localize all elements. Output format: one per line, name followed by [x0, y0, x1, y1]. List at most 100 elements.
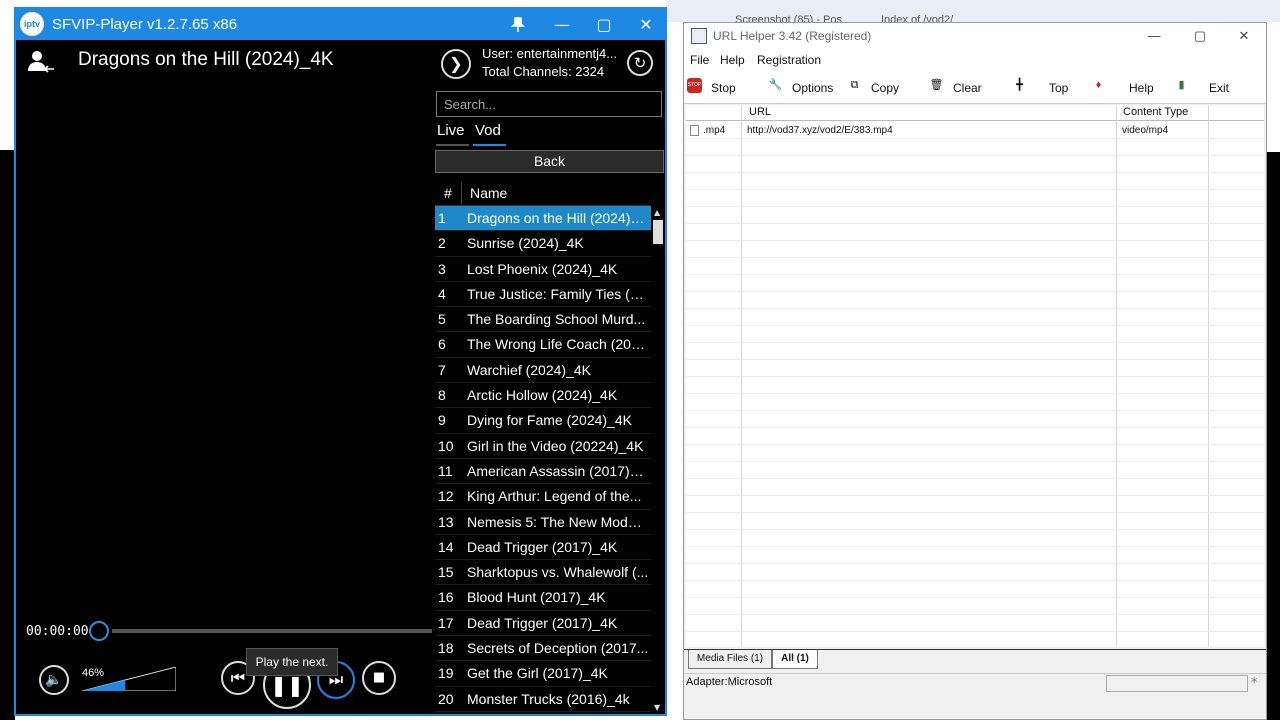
urlhelper-maximize-button[interactable]: ▢: [1178, 25, 1222, 47]
column-separator: [461, 182, 462, 204]
grid-row-line: [686, 614, 1264, 615]
item-title: Dying for Fame (2024)_4K: [467, 412, 632, 429]
item-number: 20: [438, 690, 454, 707]
menu-file[interactable]: File: [690, 53, 709, 67]
list-item[interactable]: 10 Girl in the Video (20224)_4K: [435, 434, 651, 459]
grid-row-line: [686, 495, 1264, 496]
refresh-icon[interactable]: ↻: [627, 50, 653, 76]
menu-help[interactable]: Help: [720, 53, 745, 67]
list-item[interactable]: 5 The Boarding School Murd...: [435, 307, 651, 333]
back-button[interactable]: Back: [435, 150, 664, 173]
resize-grip-icon[interactable]: ∗: [1250, 675, 1264, 692]
tab-media-files[interactable]: Media Files (1): [688, 650, 772, 669]
scroll-down-icon[interactable]: ▼: [654, 703, 660, 712]
list-item[interactable]: 7 Warchief (2024)_4K: [435, 358, 651, 384]
grid-row-line: [686, 529, 1264, 530]
sfvip-window-title: SFVIP-Player v1.2.7.65 x86: [52, 16, 238, 33]
grid-row-line: [686, 189, 1264, 190]
adapter-status: Adapter:Microsoft: [686, 676, 773, 688]
list-item[interactable]: 18 Secrets of Deception (2017...: [435, 636, 651, 662]
list-item[interactable]: 14 Dead Trigger (2017)_4K: [435, 535, 651, 561]
list-item[interactable]: 9 Dying for Fame (2024)_4K: [435, 408, 651, 434]
item-number: 8: [438, 387, 446, 404]
column-number-header[interactable]: #: [444, 185, 452, 201]
list-item[interactable]: 3 Lost Phoenix (2024)_4K: [435, 257, 651, 282]
copy-icon: ⧉: [850, 79, 859, 91]
grid-row-line: [686, 223, 1264, 224]
item-number: 10: [438, 437, 454, 454]
item-title: American Assassin (2017)_4K: [467, 462, 649, 479]
next-arrow-button[interactable]: ❯: [441, 49, 471, 79]
list-item[interactable]: 2 Sunrise (2024)_4K: [435, 231, 651, 257]
list-scrollbar[interactable]: ▲ ▼: [652, 206, 664, 712]
item-title: Secrets of Deception (2017...: [467, 640, 649, 657]
item-title: Nemesis 5: The New Model...: [467, 513, 649, 530]
list-item[interactable]: 4 True Justice: Family Ties (20...: [435, 282, 651, 308]
item-title: King Arthur: Legend of the...: [467, 488, 642, 505]
urlhelper-minimize-button[interactable]: —: [1132, 25, 1176, 47]
column-content-type-header[interactable]: Content Type: [1123, 106, 1188, 118]
tab-all[interactable]: All (1): [772, 650, 818, 669]
scrollbar-thumb[interactable]: [653, 220, 663, 244]
url-row-url: http://vod37.xyz/vod2/E/383.mp4: [747, 125, 893, 136]
maximize-button[interactable]: ▢: [584, 9, 624, 40]
item-title: Blood Hunt (2017)_4K: [467, 589, 606, 606]
volume-percent: 46%: [82, 667, 105, 679]
item-number: 11: [438, 462, 453, 479]
column-url-header[interactable]: URL: [749, 106, 771, 118]
user-switch-icon[interactable]: [26, 49, 56, 75]
urlhelper-statusbar: Adapter:Microsoft ∗: [684, 673, 1266, 692]
item-title: Monster Trucks (2016)_4k: [467, 690, 630, 707]
seek-handle[interactable]: [89, 621, 109, 641]
list-item[interactable]: 17 Dead Trigger (2017)_4K: [435, 611, 651, 637]
grid-row-line: [686, 563, 1264, 564]
urlhelper-close-button[interactable]: ✕: [1222, 25, 1266, 47]
item-title: Girl in the Video (20224)_4K: [467, 437, 644, 454]
list-item[interactable]: 12 King Arthur: Legend of the...: [435, 484, 651, 510]
grid-row-line: [686, 206, 1264, 207]
item-title: Lost Phoenix (2024)_4K: [467, 260, 618, 277]
item-number: 3: [438, 260, 446, 277]
list-item[interactable]: 15 Sharktopus vs. Whalewolf (...: [435, 560, 651, 586]
list-item[interactable]: 19 Get the Girl (2017)_4K: [435, 661, 651, 687]
sfvip-titlebar[interactable]: iptv SFVIP-Player v1.2.7.65 x86 — ▢ ✕: [16, 9, 665, 40]
item-number: 18: [438, 640, 454, 657]
urlhelper-window-title: URL Helper 3.42 (Registered): [713, 29, 872, 43]
item-title: Warchief (2024)_4K: [467, 361, 591, 378]
total-channels: Total Channels: 2324: [482, 64, 605, 79]
item-number: 17: [438, 614, 454, 631]
scroll-up-icon[interactable]: ▲: [654, 208, 660, 217]
search-input[interactable]: [436, 91, 662, 117]
trash-icon: 🗑: [929, 79, 944, 91]
seek-bar[interactable]: [112, 629, 432, 633]
grid-row-line: [686, 155, 1264, 156]
grid-row-line: [686, 546, 1264, 547]
stop-icon[interactable]: ■: [362, 661, 396, 695]
tab-vod[interactable]: Vod: [475, 122, 501, 139]
pin-icon[interactable]: [498, 9, 538, 40]
urlhelper-titlebar[interactable]: URL Helper 3.42 (Registered) — ▢ ✕: [684, 23, 1266, 49]
list-item[interactable]: 16 Blood Hunt (2017)_4K: [435, 585, 651, 611]
exit-door-icon: ▮: [1178, 79, 1185, 91]
item-number: 4: [438, 285, 446, 302]
url-list-grid: URL Content Type .mp4 http://vod37.xyz/vo…: [686, 105, 1264, 647]
playback-time: 00:00:00: [26, 624, 89, 639]
close-button[interactable]: ✕: [626, 9, 666, 40]
grid-row-line: [686, 291, 1264, 292]
list-item[interactable]: 11 American Assassin (2017)_4K: [435, 459, 651, 485]
volume-icon[interactable]: 🔈: [39, 665, 69, 695]
tab-live[interactable]: Live: [437, 122, 465, 139]
list-item[interactable]: 8 Arctic Hollow (2024)_4K: [435, 383, 651, 409]
menu-registration[interactable]: Registration: [757, 53, 821, 67]
column-name-header[interactable]: Name: [470, 185, 507, 201]
item-title: Sunrise (2024)_4K: [467, 235, 584, 252]
item-title: Dragons on the Hill (2024)_4K: [467, 210, 649, 226]
list-item[interactable]: 6 The Wrong Life Coach (202...: [435, 332, 651, 358]
grid-row-line: [686, 325, 1264, 326]
list-item[interactable]: 13 Nemesis 5: The New Model...: [435, 510, 651, 535]
item-number: 14: [438, 538, 454, 555]
list-item[interactable]: 1 Dragons on the Hill (2024)_4K: [435, 206, 651, 232]
list-item[interactable]: 20 Monster Trucks (2016)_4k: [435, 687, 651, 712]
minimize-button[interactable]: —: [542, 9, 582, 40]
vod-list: 1 Dragons on the Hill (2024)_4K 2 Sunrise (…: [435, 206, 651, 712]
